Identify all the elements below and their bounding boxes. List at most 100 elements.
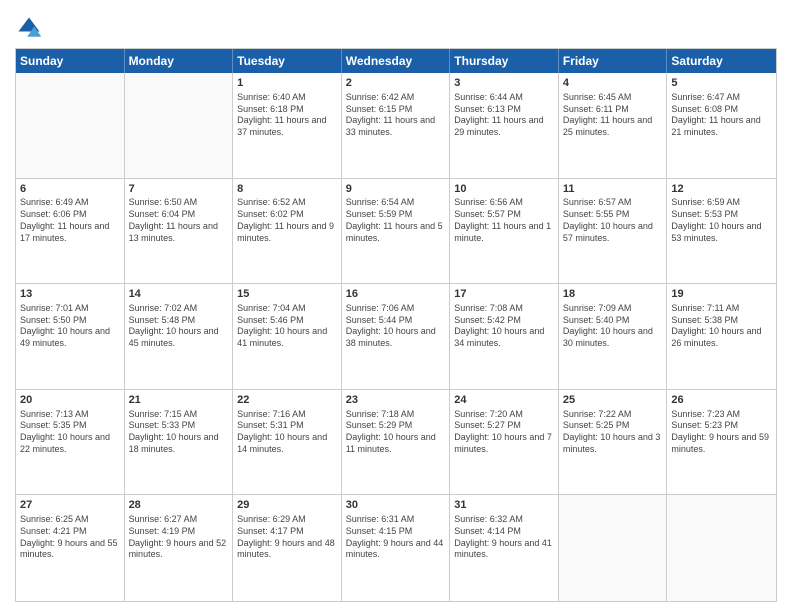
cell-info: Sunrise: 6:56 AM Sunset: 5:57 PM Dayligh… — [454, 197, 554, 244]
day-header-wednesday: Wednesday — [342, 49, 451, 73]
cell-info: Sunrise: 6:49 AM Sunset: 6:06 PM Dayligh… — [20, 197, 120, 244]
cell-date: 17 — [454, 287, 554, 302]
calendar-cell — [16, 73, 125, 178]
header — [15, 10, 777, 42]
cell-info: Sunrise: 6:27 AM Sunset: 4:19 PM Dayligh… — [129, 514, 229, 561]
cell-date: 21 — [129, 393, 229, 408]
cell-info: Sunrise: 6:42 AM Sunset: 6:15 PM Dayligh… — [346, 92, 446, 139]
cell-date: 6 — [20, 182, 120, 197]
cell-date: 3 — [454, 76, 554, 91]
cell-date: 9 — [346, 182, 446, 197]
cell-date: 31 — [454, 498, 554, 513]
day-header-thursday: Thursday — [450, 49, 559, 73]
cell-date: 19 — [671, 287, 772, 302]
cell-info: Sunrise: 7:06 AM Sunset: 5:44 PM Dayligh… — [346, 303, 446, 350]
page: SundayMondayTuesdayWednesdayThursdayFrid… — [0, 0, 792, 612]
cell-info: Sunrise: 6:45 AM Sunset: 6:11 PM Dayligh… — [563, 92, 663, 139]
cell-info: Sunrise: 7:11 AM Sunset: 5:38 PM Dayligh… — [671, 303, 772, 350]
cell-date: 4 — [563, 76, 663, 91]
cell-date: 11 — [563, 182, 663, 197]
cell-date: 14 — [129, 287, 229, 302]
cell-date: 8 — [237, 182, 337, 197]
calendar-cell: 13Sunrise: 7:01 AM Sunset: 5:50 PM Dayli… — [16, 284, 125, 389]
cell-info: Sunrise: 7:04 AM Sunset: 5:46 PM Dayligh… — [237, 303, 337, 350]
day-header-friday: Friday — [559, 49, 668, 73]
cell-date: 7 — [129, 182, 229, 197]
calendar-cell: 20Sunrise: 7:13 AM Sunset: 5:35 PM Dayli… — [16, 390, 125, 495]
cell-info: Sunrise: 6:44 AM Sunset: 6:13 PM Dayligh… — [454, 92, 554, 139]
cell-info: Sunrise: 7:23 AM Sunset: 5:23 PM Dayligh… — [671, 409, 772, 456]
calendar-cell: 11Sunrise: 6:57 AM Sunset: 5:55 PM Dayli… — [559, 179, 668, 284]
calendar-cell: 22Sunrise: 7:16 AM Sunset: 5:31 PM Dayli… — [233, 390, 342, 495]
cell-info: Sunrise: 7:15 AM Sunset: 5:33 PM Dayligh… — [129, 409, 229, 456]
cell-info: Sunrise: 6:54 AM Sunset: 5:59 PM Dayligh… — [346, 197, 446, 244]
cell-info: Sunrise: 7:22 AM Sunset: 5:25 PM Dayligh… — [563, 409, 663, 456]
calendar-cell: 24Sunrise: 7:20 AM Sunset: 5:27 PM Dayli… — [450, 390, 559, 495]
cell-date: 18 — [563, 287, 663, 302]
calendar-cell: 23Sunrise: 7:18 AM Sunset: 5:29 PM Dayli… — [342, 390, 451, 495]
calendar-cell — [125, 73, 234, 178]
calendar-cell: 30Sunrise: 6:31 AM Sunset: 4:15 PM Dayli… — [342, 495, 451, 601]
cell-date: 25 — [563, 393, 663, 408]
cell-date: 2 — [346, 76, 446, 91]
day-header-tuesday: Tuesday — [233, 49, 342, 73]
cell-info: Sunrise: 6:31 AM Sunset: 4:15 PM Dayligh… — [346, 514, 446, 561]
calendar-cell: 29Sunrise: 6:29 AM Sunset: 4:17 PM Dayli… — [233, 495, 342, 601]
calendar-cell: 21Sunrise: 7:15 AM Sunset: 5:33 PM Dayli… — [125, 390, 234, 495]
calendar-body: 1Sunrise: 6:40 AM Sunset: 6:18 PM Daylig… — [16, 73, 776, 601]
cell-info: Sunrise: 7:02 AM Sunset: 5:48 PM Dayligh… — [129, 303, 229, 350]
calendar-cell: 27Sunrise: 6:25 AM Sunset: 4:21 PM Dayli… — [16, 495, 125, 601]
cell-date: 15 — [237, 287, 337, 302]
calendar-cell: 2Sunrise: 6:42 AM Sunset: 6:15 PM Daylig… — [342, 73, 451, 178]
calendar-cell: 7Sunrise: 6:50 AM Sunset: 6:04 PM Daylig… — [125, 179, 234, 284]
calendar-cell: 5Sunrise: 6:47 AM Sunset: 6:08 PM Daylig… — [667, 73, 776, 178]
cell-date: 27 — [20, 498, 120, 513]
day-header-saturday: Saturday — [667, 49, 776, 73]
calendar-cell: 1Sunrise: 6:40 AM Sunset: 6:18 PM Daylig… — [233, 73, 342, 178]
cell-info: Sunrise: 6:25 AM Sunset: 4:21 PM Dayligh… — [20, 514, 120, 561]
calendar-cell: 26Sunrise: 7:23 AM Sunset: 5:23 PM Dayli… — [667, 390, 776, 495]
cell-info: Sunrise: 7:13 AM Sunset: 5:35 PM Dayligh… — [20, 409, 120, 456]
cell-date: 29 — [237, 498, 337, 513]
cell-info: Sunrise: 6:29 AM Sunset: 4:17 PM Dayligh… — [237, 514, 337, 561]
cell-info: Sunrise: 7:20 AM Sunset: 5:27 PM Dayligh… — [454, 409, 554, 456]
cell-info: Sunrise: 7:08 AM Sunset: 5:42 PM Dayligh… — [454, 303, 554, 350]
cell-date: 24 — [454, 393, 554, 408]
calendar-cell: 9Sunrise: 6:54 AM Sunset: 5:59 PM Daylig… — [342, 179, 451, 284]
cell-date: 23 — [346, 393, 446, 408]
cell-info: Sunrise: 7:16 AM Sunset: 5:31 PM Dayligh… — [237, 409, 337, 456]
calendar-header: SundayMondayTuesdayWednesdayThursdayFrid… — [16, 49, 776, 73]
calendar-cell: 3Sunrise: 6:44 AM Sunset: 6:13 PM Daylig… — [450, 73, 559, 178]
calendar-cell: 16Sunrise: 7:06 AM Sunset: 5:44 PM Dayli… — [342, 284, 451, 389]
cell-info: Sunrise: 6:47 AM Sunset: 6:08 PM Dayligh… — [671, 92, 772, 139]
calendar-row-4: 27Sunrise: 6:25 AM Sunset: 4:21 PM Dayli… — [16, 495, 776, 601]
calendar-cell: 12Sunrise: 6:59 AM Sunset: 5:53 PM Dayli… — [667, 179, 776, 284]
cell-date: 20 — [20, 393, 120, 408]
cell-info: Sunrise: 6:40 AM Sunset: 6:18 PM Dayligh… — [237, 92, 337, 139]
cell-date: 26 — [671, 393, 772, 408]
cell-info: Sunrise: 6:59 AM Sunset: 5:53 PM Dayligh… — [671, 197, 772, 244]
cell-date: 1 — [237, 76, 337, 91]
calendar-cell: 19Sunrise: 7:11 AM Sunset: 5:38 PM Dayli… — [667, 284, 776, 389]
cell-info: Sunrise: 7:01 AM Sunset: 5:50 PM Dayligh… — [20, 303, 120, 350]
calendar-row-2: 13Sunrise: 7:01 AM Sunset: 5:50 PM Dayli… — [16, 284, 776, 390]
logo-icon — [15, 14, 43, 42]
calendar-cell: 8Sunrise: 6:52 AM Sunset: 6:02 PM Daylig… — [233, 179, 342, 284]
calendar-row-1: 6Sunrise: 6:49 AM Sunset: 6:06 PM Daylig… — [16, 179, 776, 285]
calendar-cell: 10Sunrise: 6:56 AM Sunset: 5:57 PM Dayli… — [450, 179, 559, 284]
calendar-cell: 28Sunrise: 6:27 AM Sunset: 4:19 PM Dayli… — [125, 495, 234, 601]
cell-info: Sunrise: 6:32 AM Sunset: 4:14 PM Dayligh… — [454, 514, 554, 561]
logo — [15, 14, 47, 42]
cell-info: Sunrise: 6:52 AM Sunset: 6:02 PM Dayligh… — [237, 197, 337, 244]
calendar-cell: 4Sunrise: 6:45 AM Sunset: 6:11 PM Daylig… — [559, 73, 668, 178]
cell-info: Sunrise: 7:18 AM Sunset: 5:29 PM Dayligh… — [346, 409, 446, 456]
cell-date: 30 — [346, 498, 446, 513]
calendar-cell: 18Sunrise: 7:09 AM Sunset: 5:40 PM Dayli… — [559, 284, 668, 389]
cell-date: 22 — [237, 393, 337, 408]
day-header-sunday: Sunday — [16, 49, 125, 73]
cell-date: 5 — [671, 76, 772, 91]
calendar-cell — [559, 495, 668, 601]
cell-info: Sunrise: 7:09 AM Sunset: 5:40 PM Dayligh… — [563, 303, 663, 350]
cell-info: Sunrise: 6:57 AM Sunset: 5:55 PM Dayligh… — [563, 197, 663, 244]
cell-date: 13 — [20, 287, 120, 302]
